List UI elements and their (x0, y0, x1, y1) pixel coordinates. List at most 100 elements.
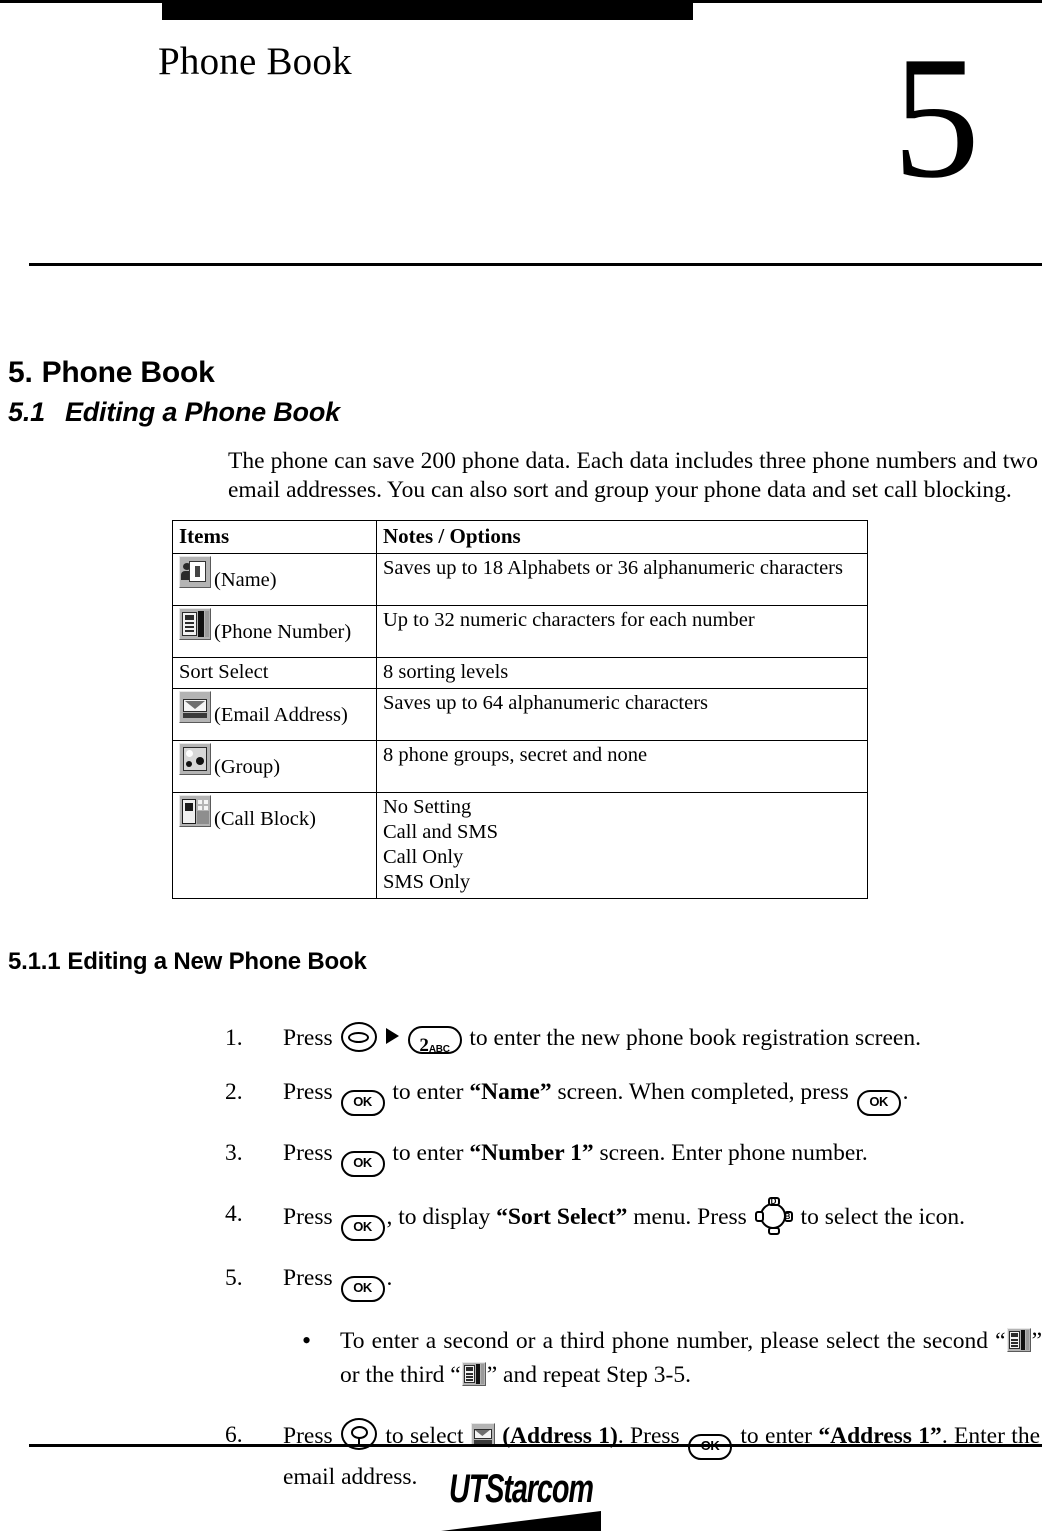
step-text-fragment: Press (283, 1079, 339, 1105)
subsection-number: 5.1 (8, 397, 45, 427)
logo-wordmark: UTStarcom (449, 1467, 594, 1511)
item-label: (Phone Number) (214, 621, 352, 643)
step-text-fragment: . (902, 1079, 909, 1105)
chapter-number: 5 (892, 20, 981, 214)
step-text-fragment: Press (283, 1265, 339, 1291)
table-cell-item: (Group) (172, 740, 377, 793)
step-text-fragment: to select the icon. (794, 1204, 965, 1230)
ok-key-icon: OK (856, 1090, 901, 1116)
bullet-text: To enter a second or a third phone numbe… (340, 1324, 1042, 1392)
bullet-text-fragment: To enter a second or a third phone numbe… (340, 1328, 1006, 1354)
ok-key-icon: OK (340, 1276, 385, 1302)
step-text: Press OK. (283, 1261, 1040, 1302)
section-heading-5: 5. Phone Book (8, 355, 1042, 391)
step-number: 2. (225, 1079, 243, 1105)
note-bullet: • To enter a second or a third phone num… (0, 1324, 1042, 1392)
subsubsection-title: Editing a New Phone Book (67, 948, 367, 975)
footer-rule (29, 1444, 1042, 1447)
list-item: 5. Press OK. (0, 1261, 1042, 1302)
step-number: 6. (225, 1422, 243, 1448)
phone-book-spec-table: Items Notes / Options (Name) Saves up to… (172, 520, 868, 899)
option-line: 8 sorting levels (383, 661, 509, 683)
ok-key-icon: OK (688, 1434, 733, 1460)
procedure-step-list: 1. Press 2ABC to enter the new phone boo… (0, 1021, 1042, 1302)
bullet-text-fragment: ” and repeat Step 3-5. (486, 1362, 691, 1388)
table-row: (Phone Number) Up to 32 numeric characte… (172, 605, 868, 658)
subsubsection-number: 5.1.1 (8, 948, 61, 975)
step-number: 5. (225, 1265, 243, 1291)
step-text-fragment: Press (283, 1025, 339, 1051)
item-label: Sort Select (179, 661, 269, 683)
navigation-key-icon: DB (754, 1197, 793, 1235)
step-text-fragment: Press (283, 1140, 339, 1166)
phone-number-icon (461, 1362, 486, 1386)
email-address-icon (179, 691, 211, 723)
phone-number-icon (1006, 1328, 1031, 1352)
table-header-row: Items Notes / Options (172, 520, 868, 554)
subsection-title: Editing a Phone Book (64, 397, 340, 427)
table-row: (Name) Saves up to 18 Alphabets or 36 al… (172, 553, 868, 606)
option-line: No Setting (383, 796, 472, 818)
logo-starcom-text: Starcom (485, 1467, 594, 1511)
logo-ut-text: UT (449, 1467, 486, 1511)
step-text-fragment: screen. When completed, press (551, 1079, 855, 1105)
step-text: Press OK, to display “Sort Select” menu.… (283, 1197, 1040, 1241)
call-block-icon (179, 795, 211, 827)
utstarcom-logo: UTStarcom (0, 1468, 1042, 1531)
step-text: Press OK to enter “Number 1” screen. Ent… (283, 1136, 1040, 1177)
list-item: 1. Press 2ABC to enter the new phone boo… (0, 1021, 1042, 1056)
table-cell-notes: No Setting Call and SMS Call Only SMS On… (376, 792, 868, 899)
option-line: Saves up to 18 Alphabets or 36 alphanume… (383, 557, 843, 579)
group-icon (179, 743, 211, 775)
ok-key-icon: OK (340, 1151, 385, 1177)
option-line: Call and SMS (383, 821, 499, 843)
table-row: (Group) 8 phone groups, secret and none (172, 740, 868, 793)
step-text-fragment: menu. Press (627, 1204, 753, 1230)
step-text: Press OK to enter “Name” screen. When co… (283, 1075, 1040, 1116)
header-black-bar (162, 3, 693, 20)
ok-key-icon: OK (340, 1090, 385, 1116)
running-header-title: Phone Book (158, 40, 352, 83)
option-line: Call Only (383, 846, 464, 868)
list-item: 2. Press OK to enter “Name” screen. When… (0, 1075, 1042, 1116)
table-cell-item: Sort Select (172, 657, 377, 689)
step-text-fragment: screen. Enter phone number. (593, 1140, 868, 1166)
list-item: 3. Press OK to enter “Number 1” screen. … (0, 1136, 1042, 1177)
table-row: Sort Select 8 sorting levels (172, 657, 868, 689)
item-label: (Email Address) (214, 704, 348, 726)
table-cell-item: (Call Block) (172, 792, 377, 899)
item-label: (Call Block) (214, 808, 316, 830)
option-line: 8 phone groups, secret and none (383, 744, 648, 766)
step-text-fragment: . (386, 1265, 393, 1291)
section-number: 5. (8, 356, 33, 389)
step-number: 4. (225, 1201, 243, 1227)
option-line: SMS Only (383, 871, 471, 893)
phone-number-icon (179, 608, 211, 640)
column-header-items: Items (172, 520, 377, 554)
item-label: (Name) (214, 569, 277, 591)
item-label: (Group) (214, 756, 281, 778)
list-item: 4. Press OK, to display “Sort Select” me… (0, 1197, 1042, 1241)
bullet-marker: • (302, 1326, 312, 1355)
step-text: Press 2ABC to enter the new phone book r… (283, 1021, 1040, 1056)
table-cell-notes: Saves up to 18 Alphabets or 36 alphanume… (376, 553, 868, 606)
step-text-fragment: Press (283, 1204, 339, 1230)
table-cell-notes: 8 phone groups, secret and none (376, 740, 868, 793)
table-cell-notes: Up to 32 numeric characters for each num… (376, 605, 868, 658)
step-text-fragment: to enter (386, 1140, 470, 1166)
soft-key-icon (340, 1022, 377, 1052)
option-line: Saves up to 64 alphanumeric characters (383, 692, 709, 714)
section-title: Phone Book (41, 356, 215, 389)
name-icon (179, 556, 211, 588)
table-cell-item: (Phone Number) (172, 605, 377, 658)
table-row: (Call Block) No Setting Call and SMS Cal… (172, 792, 868, 899)
column-header-notes: Notes / Options (376, 520, 868, 554)
section-heading-5-1-1: 5.1.1 Editing a New Phone Book (8, 947, 1042, 977)
table-cell-notes: 8 sorting levels (376, 657, 868, 689)
intro-paragraph: The phone can save 200 phone data. Each … (228, 448, 1038, 503)
step-text-fragment: to enter (386, 1079, 470, 1105)
right-arrow-icon (385, 1028, 399, 1044)
step-number: 3. (225, 1140, 243, 1166)
logo-swoosh-icon (441, 1511, 601, 1531)
section-heading-5-1: 5.1 Editing a Phone Book (8, 395, 1042, 429)
